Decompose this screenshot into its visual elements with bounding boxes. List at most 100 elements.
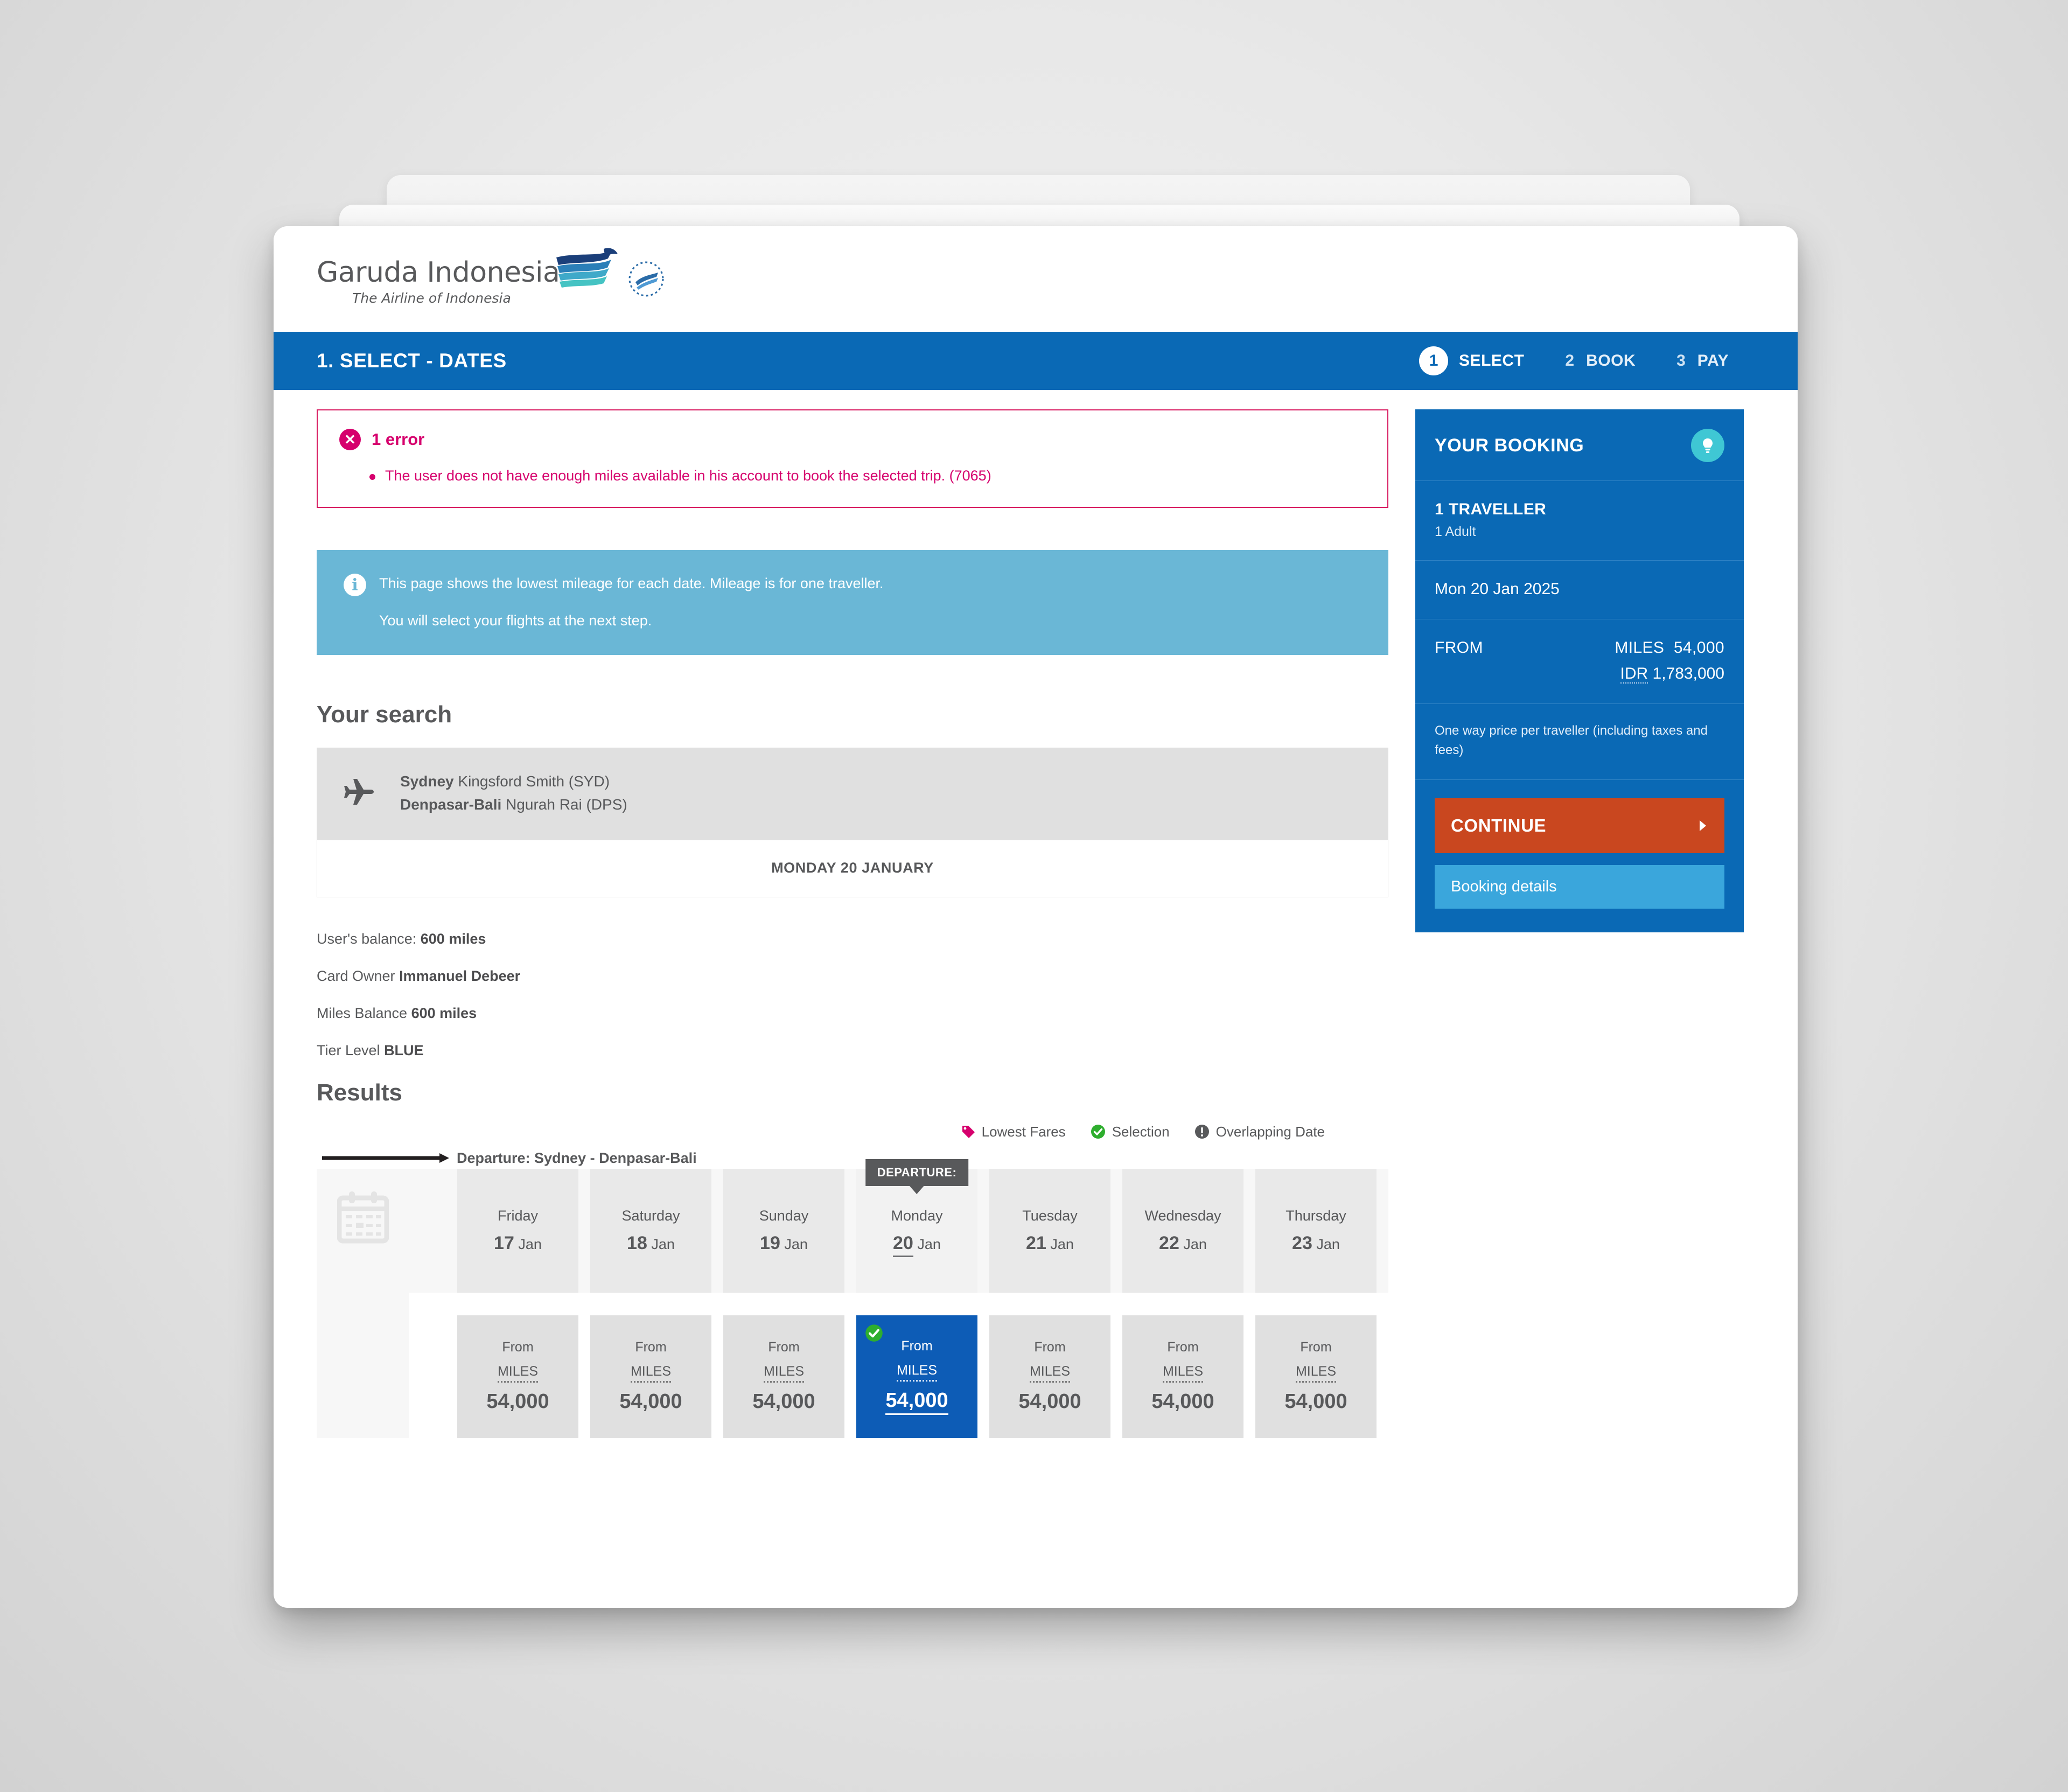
chevron-right-icon <box>1700 820 1706 831</box>
step-select-number: 1 <box>1419 346 1449 375</box>
fare-cell-1[interactable]: From MILES 54,000 <box>590 1315 711 1438</box>
legend-selection: Selection <box>1091 1124 1170 1140</box>
day-name: Thursday <box>1285 1207 1346 1224</box>
price-section: FROM MILES 54,000 IDR 1,783,000 <box>1415 619 1744 704</box>
fare-cell-4[interactable]: From MILES 54,000 <box>989 1315 1110 1438</box>
fare-cell-2[interactable]: From MILES 54,000 <box>723 1315 844 1438</box>
error-message: The user does not have enough miles avai… <box>385 468 991 484</box>
fare-value: 54,000 <box>1151 1390 1214 1413</box>
step-book[interactable]: 2 BOOK <box>1565 352 1636 370</box>
fare-value: 54,000 <box>885 1389 948 1415</box>
price-from-label: FROM <box>1435 639 1483 657</box>
fare-from-label: From <box>1167 1340 1199 1355</box>
booking-date-section: Mon 20 Jan 2025 <box>1415 561 1744 619</box>
day-column-4[interactable]: Tuesday 21 Jan <box>989 1168 1110 1293</box>
day-name: Tuesday <box>1022 1207 1078 1224</box>
destination-city: Denpasar-Bali <box>400 796 502 813</box>
search-date: MONDAY 20 JANUARY <box>317 840 1388 897</box>
brand-tagline: The Airline of Indonesia <box>352 290 511 306</box>
brand-name: Garuda Indonesia <box>317 256 560 289</box>
fare-cell-3-selected[interactable]: From MILES 54,000 <box>856 1315 977 1438</box>
day-column-6[interactable]: Thursday 23 Jan <box>1255 1168 1377 1293</box>
booking-date: Mon 20 Jan 2025 <box>1435 580 1560 598</box>
results-calendar: Departure: Sydney - Denpasar-Bali Friday… <box>317 1150 1388 1438</box>
arrow-right-icon <box>322 1152 450 1164</box>
day-month: Jan <box>651 1236 675 1252</box>
day-name: Monday <box>891 1207 943 1224</box>
fare-unit-label: MILES <box>497 1364 539 1383</box>
results-heading: Results <box>317 1079 402 1106</box>
continue-button[interactable]: CONTINUE <box>1435 798 1724 853</box>
check-circle-icon <box>1091 1125 1105 1139</box>
step-select[interactable]: 1 SELECT <box>1419 346 1524 375</box>
lightbulb-icon[interactable] <box>1691 429 1724 462</box>
fare-cells: From MILES 54,000 From MILES 54,000 From <box>409 1292 1388 1438</box>
fare-value: 54,000 <box>1284 1390 1347 1413</box>
fare-row: From MILES 54,000 From MILES 54,000 From <box>317 1292 1388 1438</box>
your-booking-header: YOUR BOOKING <box>1415 409 1744 481</box>
booking-details-button[interactable]: Booking details <box>1435 865 1724 909</box>
day-month: Jan <box>1183 1236 1207 1252</box>
day-month: Jan <box>518 1236 542 1252</box>
fare-unit-label: MILES <box>896 1363 938 1382</box>
day-column-1[interactable]: Saturday 18 Jan <box>590 1168 711 1293</box>
airplane-icon <box>343 775 376 811</box>
garuda-logo[interactable]: Garuda Indonesia The Airline of Indonesi… <box>317 246 666 306</box>
fare-left-spacer <box>317 1292 409 1438</box>
user-info-block: User's balance: 600 miles Card Owner Imm… <box>317 931 1388 1059</box>
day-name: Sunday <box>759 1207 809 1224</box>
destination-row: Denpasar-Bali Ngurah Rai (DPS) <box>400 793 627 816</box>
fare-cell-0[interactable]: From MILES 54,000 <box>457 1315 578 1438</box>
your-search-heading: Your search <box>317 701 452 728</box>
page-title: 1. SELECT - DATES <box>317 350 507 372</box>
user-balance-row: User's balance: 600 miles <box>317 931 1388 947</box>
info-circle-icon: i <box>344 574 366 597</box>
traveller-detail: 1 Adult <box>1435 524 1476 539</box>
origin-city: Sydney <box>400 773 454 790</box>
tier-level-value: BLUE <box>384 1042 424 1058</box>
fare-from-label: From <box>1300 1340 1332 1355</box>
legend-lowest-fares-label: Lowest Fares <box>981 1123 1066 1140</box>
your-booking-title: YOUR BOOKING <box>1435 435 1584 456</box>
destination-airport: Ngurah Rai (DPS) <box>506 796 627 813</box>
browser-window: Garuda Indonesia The Airline of Indonesi… <box>274 226 1798 1608</box>
departure-label: Departure: Sydney - Denpasar-Bali <box>457 1149 697 1166</box>
brand-header: Garuda Indonesia The Airline of Indonesi… <box>274 226 1798 332</box>
miles-balance-value: 600 miles <box>411 1005 477 1021</box>
day-number-value: 23 <box>1292 1232 1312 1253</box>
day-number-value: 21 <box>1026 1232 1046 1253</box>
tier-level-row: Tier Level BLUE <box>317 1042 1388 1059</box>
step-pay[interactable]: 3 PAY <box>1676 352 1729 370</box>
fare-from-label: From <box>1034 1340 1066 1355</box>
day-month: Jan <box>917 1236 941 1252</box>
step-book-number: 2 <box>1565 352 1575 369</box>
day-number: 18 Jan <box>627 1233 675 1254</box>
garuda-bird-icon <box>552 246 619 298</box>
departure-flag: DEPARTURE: <box>865 1159 969 1186</box>
day-number: 23 Jan <box>1292 1233 1340 1254</box>
info-line-2: You will select your flights at the next… <box>379 612 652 629</box>
day-column-5[interactable]: Wednesday 22 Jan <box>1122 1168 1243 1293</box>
day-header-row: Friday 17 Jan Saturday 18 Jan Sunday 19 … <box>409 1159 1388 1293</box>
check-circle-icon <box>865 1324 883 1342</box>
fare-cell-6[interactable]: From MILES 54,000 <box>1255 1315 1377 1438</box>
origin-airport: Kingsford Smith (SYD) <box>458 773 610 790</box>
day-column-2[interactable]: Sunday 19 Jan <box>723 1168 844 1293</box>
bullet-icon <box>369 474 375 480</box>
user-balance-value: 600 miles <box>420 930 486 947</box>
sidebar-column: YOUR BOOKING 1 TRAVELLER 1 Adult Mon 20 … <box>1415 409 1744 1438</box>
fare-value: 54,000 <box>1018 1390 1081 1413</box>
fare-value: 54,000 <box>486 1390 549 1413</box>
day-column-0[interactable]: Friday 17 Jan <box>457 1168 578 1293</box>
day-column-3[interactable]: DEPARTURE: Monday 20 Jan <box>856 1159 977 1293</box>
day-number-value: 19 <box>760 1232 780 1253</box>
step-book-label: BOOK <box>1586 352 1636 369</box>
fare-from-label: From <box>901 1338 933 1354</box>
fare-from-label: From <box>502 1340 534 1355</box>
day-number: 21 Jan <box>1026 1233 1074 1254</box>
miles-balance-row: Miles Balance 600 miles <box>317 1005 1388 1022</box>
price-miles-value: 54,000 <box>1673 639 1724 657</box>
fare-cell-5[interactable]: From MILES 54,000 <box>1122 1315 1243 1438</box>
card-owner-value: Immanuel Debeer <box>399 967 521 984</box>
price-currency: IDR 1,783,000 <box>1615 665 1724 684</box>
